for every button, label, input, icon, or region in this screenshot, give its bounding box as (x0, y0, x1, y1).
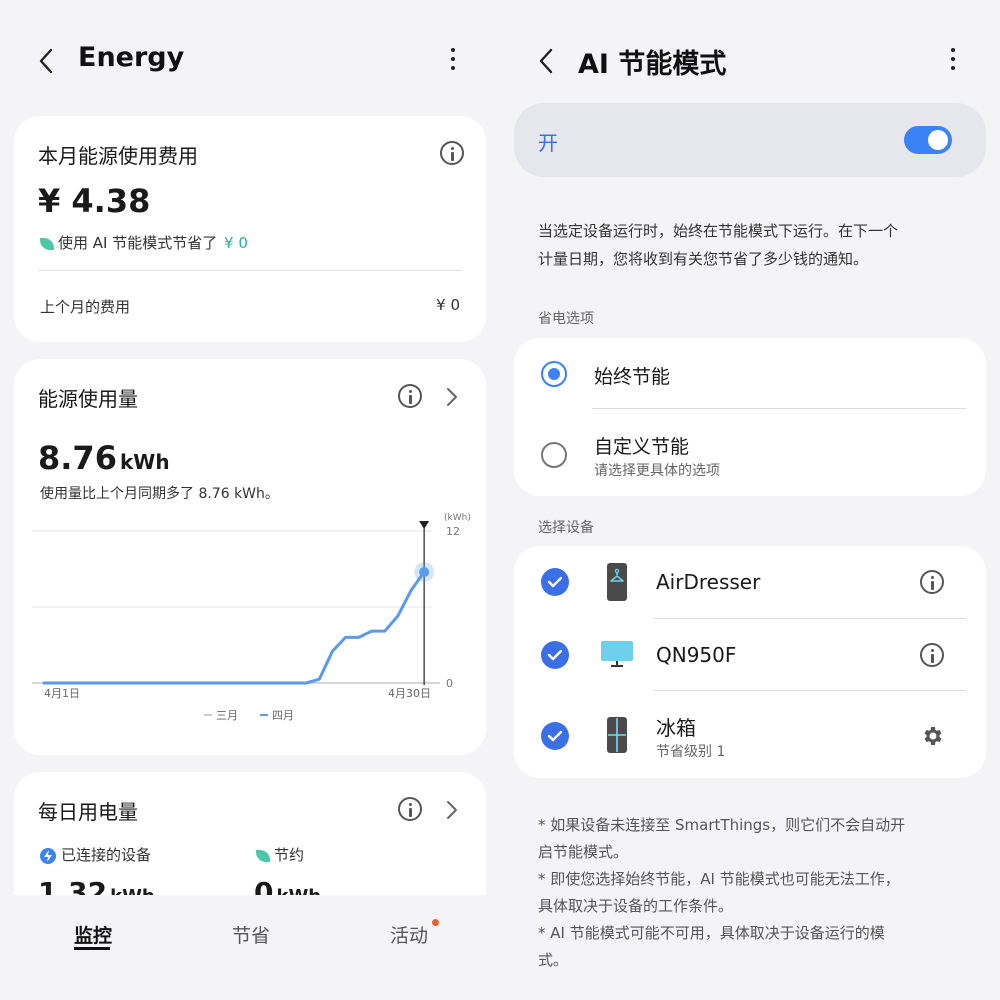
more-options-icon[interactable] (948, 48, 958, 74)
device-sublabel: 节省级别 1 (656, 744, 726, 760)
usage-compare-text: 使用量比上个月同期多了 8.76 kWh。 (40, 486, 279, 502)
device-name: AirDresser (656, 570, 761, 594)
chevron-right-icon[interactable] (446, 800, 458, 820)
energy-pane: Energy 本月能源使用费用 ¥ 4.38 使用 AI 节能模式节省了 ¥ 0… (0, 0, 500, 1000)
unit-label: (kWh) (444, 513, 471, 523)
note-line: 式。 (538, 951, 569, 969)
card-heading: 本月能源使用费用 (38, 144, 198, 168)
airdresser-icon (607, 563, 627, 601)
ai-saved-value: ¥ 0 (224, 234, 248, 252)
legend-label: 四月 (272, 709, 294, 722)
ai-saving-line: 使用 AI 节能模式节省了 ¥ 0 (40, 232, 248, 253)
description-text: 当选定设备运行时，始终在节能模式下运行。在下一个 计量日期，您将收到有关您节省了… (538, 222, 899, 268)
divider (592, 408, 966, 409)
monthly-cost-card[interactable]: 本月能源使用费用 ¥ 4.38 使用 AI 节能模式节省了 ¥ 0 上个月的费用… (14, 116, 486, 342)
device-name: 冰箱 (656, 716, 696, 740)
energy-usage-card[interactable]: 能源使用量 8.76 kWh 使用量比上个月同期多了 8.76 kWh。 (kWh… (14, 359, 486, 755)
bottom-tab-bar: 监控 节省 活动 (0, 895, 500, 1000)
options-heading: 省电选项 (538, 311, 594, 327)
power-options-card: 始终节能 自定义节能 请选择更具体的选项 (514, 338, 986, 496)
note-line: 启节能模式。 (538, 843, 629, 861)
note-line: * 如果设备未连接至 SmartThings，则它们不会自动开 (538, 816, 906, 834)
usage-unit: kWh (119, 450, 170, 474)
cost-amount: ¥ 4.38 (38, 182, 151, 220)
checkbox-checked[interactable] (541, 722, 569, 750)
usage-value: 8.76 (38, 439, 117, 477)
legend-label: 三月 (216, 709, 238, 722)
tv-icon (601, 641, 633, 667)
info-icon[interactable] (440, 141, 464, 165)
top-bar: Energy (0, 30, 500, 92)
tab-save[interactable]: 节省 (232, 921, 270, 948)
footnotes: * 如果设备未连接至 SmartThings，则它们不会自动开 启节能模式。 *… (538, 812, 905, 974)
series-line-april (42, 570, 426, 685)
page-title: Energy (78, 42, 185, 73)
last-month-value: ¥ 0 (436, 296, 460, 314)
back-arrow-icon (539, 48, 553, 74)
leaf-icon (256, 849, 270, 862)
connected-devices-label: 已连接的设备 (40, 844, 151, 865)
option-label: 自定义节能 (594, 436, 690, 458)
selected-point (419, 567, 430, 578)
info-icon[interactable] (398, 384, 422, 408)
saved-label: 节约 (256, 844, 304, 865)
active-tab-indicator (74, 947, 110, 950)
ai-mode-switch[interactable] (904, 126, 952, 154)
note-line: 具体取决于设备的工作条件。 (538, 897, 734, 915)
divider (38, 270, 462, 271)
devices-heading: 选择设备 (538, 520, 594, 536)
note-line: * AI 节能模式可能不可用，具体取决于设备运行的模 (538, 924, 885, 942)
y-tick-label: 12 (446, 525, 460, 538)
card-heading: 能源使用量 (38, 387, 138, 411)
last-month-label: 上个月的费用 (40, 298, 131, 316)
x-tick-label: 4月1日 (44, 687, 80, 700)
radio-unselected[interactable] (541, 442, 567, 468)
tab-activity[interactable]: 活动 (390, 921, 428, 948)
ai-mode-toggle-row[interactable]: 开 (514, 103, 986, 177)
card-heading: 每日用电量 (38, 800, 138, 824)
ai-energy-mode-pane: AI 节能模式 开 当选定设备运行时，始终在节能模式下运行。在下一个 计量日期，… (500, 0, 1000, 1000)
ai-saved-label: 使用 AI 节能模式节省了 (58, 234, 218, 252)
option-label: 始终节能 (594, 366, 671, 388)
devices-card: AirDresser QN950F 冰箱 节省级别 1 (514, 546, 986, 778)
back-arrow-icon (39, 48, 53, 74)
tab-monitor[interactable]: 监控 (74, 921, 112, 948)
info-icon[interactable] (920, 643, 944, 667)
back-button[interactable] (36, 46, 56, 76)
toggle-label: 开 (538, 131, 558, 155)
page-title: AI 节能模式 (578, 49, 727, 80)
gear-icon[interactable] (920, 724, 944, 748)
y-tick-label: 0 (446, 677, 453, 690)
more-options-icon[interactable] (448, 48, 458, 74)
chevron-right-icon[interactable] (446, 387, 458, 407)
option-sublabel: 请选择更具体的选项 (594, 463, 720, 479)
selection-triangle-icon (419, 521, 430, 529)
usage-line-chart[interactable]: (kWh) 12 0 4月1日 4月30日三月 四月 (14, 509, 486, 739)
usage-value-line: 8.76 kWh (38, 439, 170, 477)
radio-selected[interactable] (541, 361, 567, 387)
leaf-icon (40, 237, 54, 250)
notification-badge (432, 919, 439, 926)
lightning-icon (40, 847, 56, 864)
checkbox-checked[interactable] (541, 568, 569, 596)
divider (654, 690, 966, 691)
note-line: * 即使您选择始终节能，AI 节能模式也可能无法工作， (538, 870, 900, 888)
divider (654, 618, 966, 619)
top-bar: AI 节能模式 (500, 30, 1000, 92)
info-icon[interactable] (920, 570, 944, 594)
back-button[interactable] (536, 46, 556, 76)
checkbox-checked[interactable] (541, 641, 569, 669)
fridge-icon (607, 717, 627, 753)
device-name: QN950F (656, 643, 737, 667)
x-tick-label: 4月30日 (388, 687, 431, 700)
info-icon[interactable] (398, 797, 422, 821)
